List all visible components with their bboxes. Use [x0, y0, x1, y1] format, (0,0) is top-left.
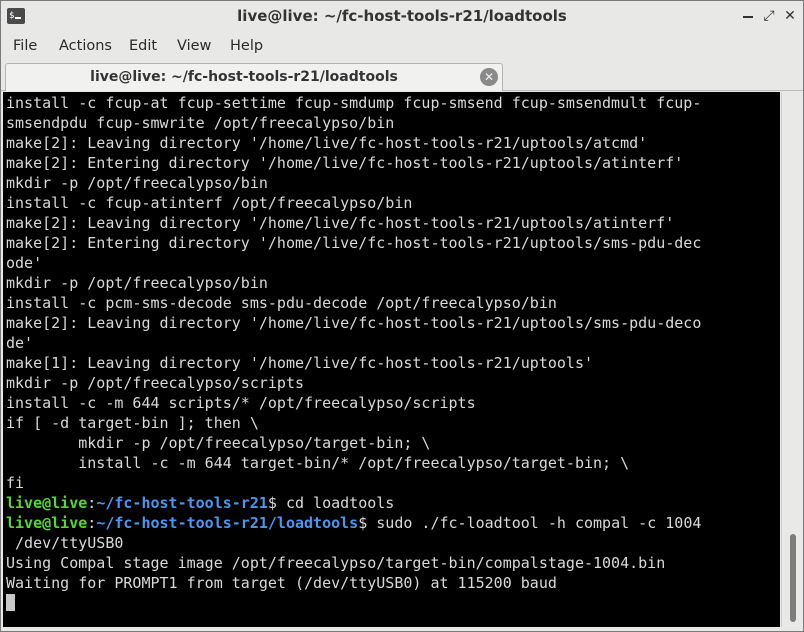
menu-help[interactable]: Help	[230, 31, 263, 61]
prompt-path: ~/fc-host-tools-r21/loadtools	[96, 514, 359, 532]
tab-label: live@live: ~/fc-host-tools-r21/loadtools	[90, 69, 398, 85]
terminal-line: mkdir -p /opt/freecalypso/scripts	[6, 374, 305, 392]
title-bar[interactable]: $ live@live: ~/fc-host-tools-r21/loadtoo…	[1, 1, 803, 31]
close-icon[interactable]: ✕	[781, 6, 799, 26]
terminal-lines: install -c fcup-at fcup-settime fcup-smd…	[6, 93, 778, 613]
terminal-line: make[2]: Entering directory '/home/live/…	[6, 154, 684, 172]
terminal-line: de'	[6, 334, 34, 352]
terminal-line: Using Compal stage image /opt/freecalyps…	[6, 554, 666, 572]
terminal-output[interactable]: install -c fcup-at fcup-settime fcup-smd…	[3, 92, 780, 627]
vertical-scrollbar[interactable]	[781, 92, 803, 627]
terminal-line: ode'	[6, 254, 43, 272]
terminal-line: make[1]: Leaving directory '/home/live/f…	[6, 354, 593, 372]
terminal-line: mkdir -p /opt/freecalypso/bin	[6, 174, 268, 192]
terminal-line: /dev/ttyUSB0	[6, 534, 124, 552]
tab-close-icon[interactable]: ✕	[480, 68, 498, 86]
prompt-line: live@live:~/fc-host-tools-r21/loadtools$…	[6, 513, 778, 533]
minimize-icon[interactable]	[739, 6, 757, 26]
window-title: live@live: ~/fc-host-tools-r21/loadtools	[237, 7, 567, 25]
menu-edit[interactable]: Edit	[129, 31, 157, 61]
terminal-line: smsendpdu fcup-smwrite /opt/freecalypso/…	[6, 114, 395, 132]
terminal-line: make[2]: Leaving directory '/home/live/f…	[6, 214, 675, 232]
terminal-line: Waiting for PROMPT1 from target (/dev/tt…	[6, 574, 557, 592]
prompt-separator: :	[87, 494, 97, 512]
terminal-line: mkdir -p /opt/freecalypso/target-bin; \	[6, 434, 431, 452]
terminal-window: $ live@live: ~/fc-host-tools-r21/loadtoo…	[0, 0, 804, 632]
terminal-line: make[2]: Leaving directory '/home/live/f…	[6, 134, 648, 152]
prompt-separator: :	[87, 514, 97, 532]
terminal-line: mkdir -p /opt/freecalypso/bin	[6, 274, 268, 292]
terminal-line: install -c -m 644 target-bin/* /opt/free…	[6, 454, 630, 472]
prompt-line: live@live:~/fc-host-tools-r21$ cd loadto…	[6, 493, 778, 513]
terminal-line: make[2]: Leaving directory '/home/live/f…	[6, 314, 702, 332]
terminal-line: install -c fcup-at fcup-settime fcup-smd…	[6, 94, 702, 112]
prompt-path: ~/fc-host-tools-r21	[96, 494, 268, 512]
terminal-line: install -c -m 644 scripts/* /opt/freecal…	[6, 394, 476, 412]
prompt-command: sudo ./fc-loadtool -h compal -c 1004	[367, 514, 702, 532]
terminal-line: make[2]: Entering directory '/home/live/…	[6, 234, 702, 252]
tab-terminal[interactable]: live@live: ~/fc-host-tools-r21/loadtools…	[5, 63, 503, 91]
text-cursor	[6, 594, 15, 611]
prompt-symbol: $	[267, 494, 277, 512]
menu-view[interactable]: View	[177, 31, 211, 61]
terminal-line: install -c pcm-sms-decode sms-pdu-decode…	[6, 294, 557, 312]
menu-bar: File Actions Edit View Help	[1, 31, 803, 61]
menu-file[interactable]: File	[13, 31, 37, 61]
menu-actions[interactable]: Actions	[59, 31, 112, 61]
prompt-user: live@live	[6, 494, 88, 512]
maximize-icon[interactable]: ⤢	[760, 6, 778, 26]
terminal-line: fi	[6, 474, 25, 492]
prompt-command: cd loadtools	[276, 494, 395, 512]
prompt-user: live@live	[6, 514, 88, 532]
terminal-line: install -c fcup-atinterf /opt/freecalyps…	[6, 194, 413, 212]
tab-bar: live@live: ~/fc-host-tools-r21/loadtools…	[1, 61, 803, 91]
scrollbar-thumb[interactable]	[790, 534, 796, 622]
cursor-line	[6, 593, 778, 613]
prompt-symbol: $	[358, 514, 368, 532]
terminal-line: if [ -d target-bin ]; then \	[6, 414, 259, 432]
